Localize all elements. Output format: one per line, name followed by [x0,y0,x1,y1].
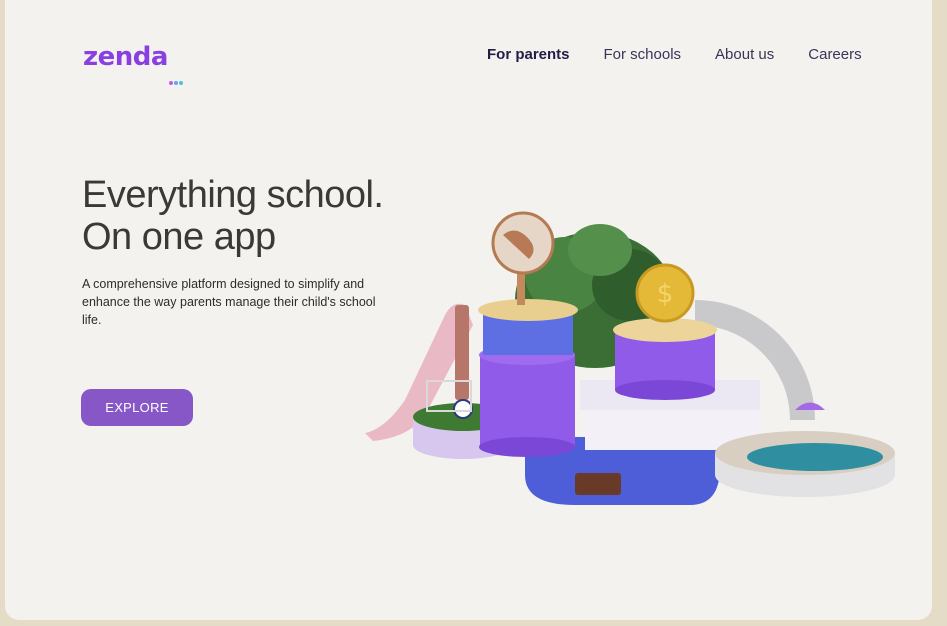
logo-wordmark: zenda [83,42,168,72]
nav-for-schools[interactable]: For schools [604,46,682,63]
hero-description: A comprehensive platform designed to sim… [82,277,376,327]
nav-careers[interactable]: Careers [808,46,861,63]
hero-title-line-1: Everything school. [82,174,384,216]
nav-for-parents[interactable]: For parents [487,46,570,63]
page-container: zenda For parents For schools About us C… [5,0,932,620]
hero-title-line-2: On one app [82,216,276,258]
svg-text:$: $ [657,279,674,309]
explore-button[interactable]: EXPLORE [81,389,193,426]
logo-dots-icon [169,62,184,92]
nav-about-us[interactable]: About us [715,46,774,63]
main-nav: For parents For schools About us Careers [487,46,862,63]
zenda-logo[interactable]: zenda [83,42,183,85]
hero-title: Everything school. On one app [82,174,384,258]
school-campus-illustration: $ [365,211,895,505]
